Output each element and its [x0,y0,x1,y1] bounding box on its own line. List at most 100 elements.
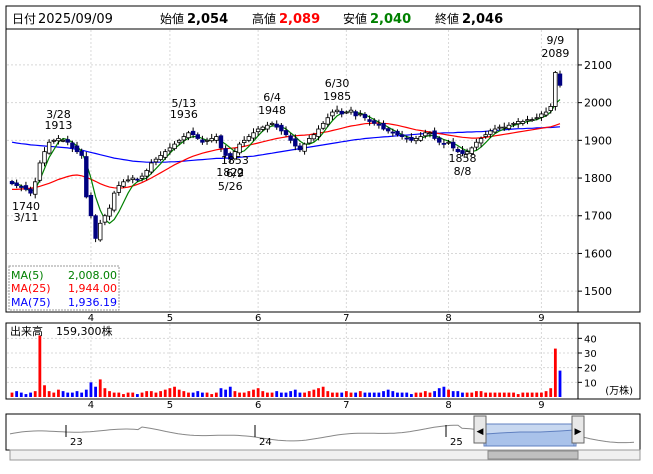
candle-body [70,142,75,149]
candle-body [144,170,149,177]
volume-unit: (万株) [605,384,633,397]
volume-bar [442,386,446,397]
volume-bar [344,391,348,397]
volume-bar [131,392,135,397]
candle-body [56,138,61,142]
candle-body [316,128,321,137]
candle-body [432,130,437,139]
volume-bar [363,392,367,397]
volume-bar [512,392,515,397]
volume-bar [270,392,274,397]
volume-bar [544,391,548,397]
candle-body [339,110,344,115]
candle-body [98,222,103,241]
volume-bar [266,392,269,397]
candle-body [372,120,377,124]
candle-body [60,139,66,142]
volume-bar [535,392,539,397]
volume-bar [502,392,506,397]
volume-bar [391,391,395,397]
chart-window: 日付 2025/09/09 始値 2,054 高値 2,089 安値 2,040… [0,0,653,470]
candle-body [511,122,516,125]
month-label: 4 [88,313,94,324]
candle-body [84,156,89,198]
volume-bar [47,391,51,397]
volume-bar [526,392,529,397]
candle-body [107,207,112,217]
volume-bar [154,392,158,397]
volume-bar [210,394,214,397]
volume-bar [98,379,102,397]
candle-body [102,215,108,223]
candle-body [437,137,442,143]
volume-bar [256,388,260,397]
scroll-right-button[interactable]: ▶ [571,415,585,444]
annotation-date: 9/9 [547,34,565,47]
volume-bar [33,391,37,397]
candle-body [358,113,363,116]
candle-body [553,72,558,107]
ma75-label: MA(75) [11,296,51,309]
volume-bar [321,386,325,397]
volume-bar [224,389,228,397]
candle-body [302,143,307,152]
high-label: 高値 [252,11,276,26]
candle-body [218,135,224,149]
scroll-right-icon: ▶ [575,427,582,437]
volume-label: 出来高 [10,324,43,338]
candle-body [125,179,131,182]
candle-body [450,141,456,149]
volume-bar [168,388,172,397]
volume-bar [349,392,353,397]
volume-bar [70,392,74,397]
candle-body [149,162,154,173]
volume-bar [558,370,562,397]
open-value: 2,054 [187,12,228,27]
volume-bar [228,386,232,397]
candle-body [520,121,526,124]
candle-body [51,139,56,142]
price-tick-label: 1600 [584,247,612,260]
volume-bar [317,388,320,397]
candle-body [348,109,354,113]
volume-bar [43,385,46,397]
overview-year-23: 23 [70,437,83,448]
volume-tick-label: 20 [584,364,597,375]
volume-bar [484,392,488,397]
volume-bar [108,391,111,397]
volume-bar [303,392,306,397]
annotation-date: 5/26 [218,180,243,193]
candle-body [153,158,159,163]
overview-scrollbar-thumb[interactable] [487,450,579,460]
ma5-label: MA(5) [11,269,44,282]
candle-body [9,181,15,185]
volume-bar [488,392,492,397]
month-axis-bottom: 4 5 6 7 8 9 [88,400,545,411]
candle-body [116,185,122,193]
volume-bar [298,392,302,397]
price-tick-label: 2000 [584,97,612,110]
price-tick-label: 1700 [584,210,612,223]
month-label: 7 [343,400,349,411]
candle-body [497,126,502,129]
volume-bar [293,389,297,397]
candle-body [23,185,29,190]
volume-bar [52,392,56,397]
candle-body [399,134,405,137]
candle-body [79,150,84,156]
volume-bar [163,389,167,397]
candle-body [265,124,270,130]
candle-body [251,132,256,139]
month-label: 9 [538,400,544,411]
candle-body [37,162,43,181]
volume-bar [19,392,23,397]
volume-bar [75,391,79,397]
annotation-date: 6/9 [226,167,244,180]
open-label: 始値 [160,11,184,26]
overview-navigator[interactable]: 23 24 25 ◀ ▶ [5,413,641,461]
annotation-value: 1985 [323,90,351,103]
candle-body [404,137,409,140]
volume-bar [447,389,450,397]
candle-body [502,126,507,129]
scroll-left-button[interactable]: ◀ [473,415,487,444]
